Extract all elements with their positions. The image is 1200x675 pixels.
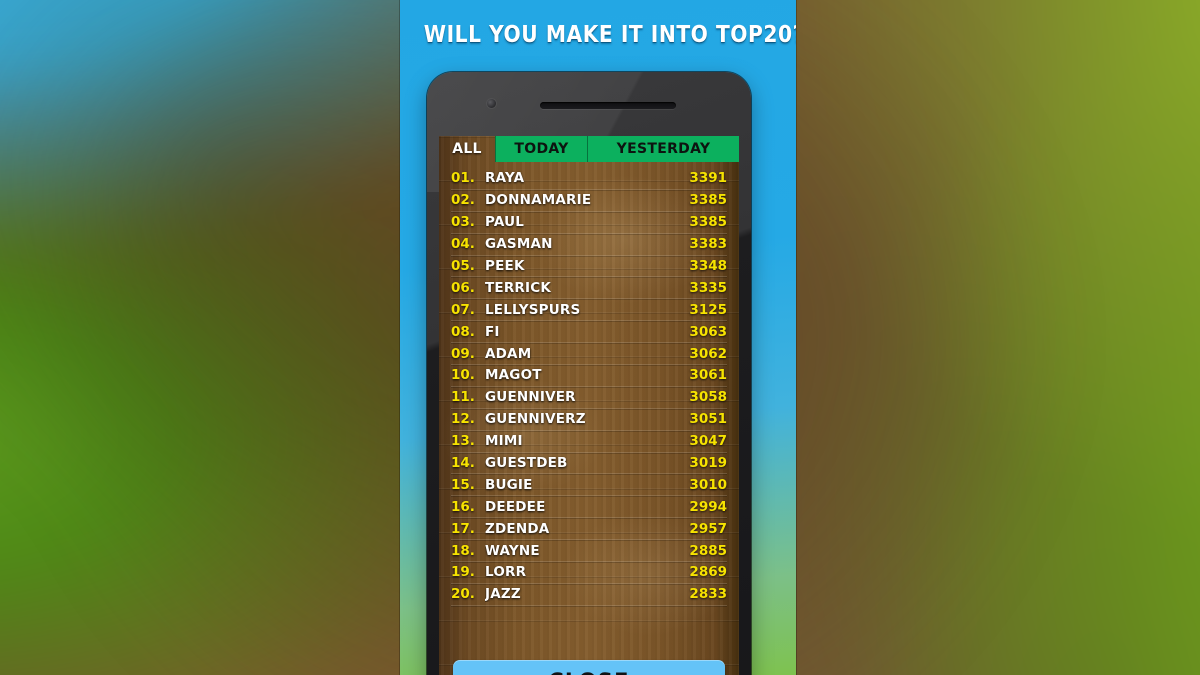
- row-player-name: GUENNIVERZ: [485, 411, 586, 428]
- row-player-name: DONNAMARIE: [485, 192, 592, 209]
- row-rank: 10.: [451, 367, 475, 384]
- row-rank: 03.: [451, 214, 475, 231]
- row-score: 3051: [689, 411, 727, 428]
- row-score: 2833: [689, 586, 727, 603]
- table-row: 09. ADAM 3062: [451, 343, 727, 366]
- speaker-grille-icon: [540, 102, 676, 109]
- close-button-label: CLOSE: [548, 669, 629, 675]
- row-player-name: GUENNIVER: [485, 389, 576, 406]
- row-rank: 07.: [451, 301, 475, 318]
- row-score: 2869: [689, 564, 727, 581]
- table-row: 02. DONNAMARIE 3385: [451, 190, 727, 212]
- table-row: 06. TERRICK 3335: [451, 277, 727, 300]
- table-row: 08. FI 3063: [451, 321, 727, 344]
- row-player-name: TERRICK: [485, 279, 552, 296]
- table-row: 13. MIMI 3047: [451, 431, 727, 453]
- row-score: 3125: [689, 301, 727, 318]
- row-player-name: MAGOT: [485, 367, 542, 384]
- table-row: 17. ZDENDA 2957: [451, 518, 727, 541]
- row-score: 3058: [689, 389, 727, 406]
- table-row: 20. JAZZ 2833: [451, 584, 727, 606]
- table-row: 12. GUENNIVERZ 3051: [451, 409, 727, 431]
- table-row: 15. BUGIE 3010: [451, 474, 727, 497]
- row-rank: 20.: [451, 586, 475, 603]
- row-score: 3063: [689, 323, 727, 340]
- row-score: 3335: [689, 279, 727, 296]
- row-rank: 04.: [451, 236, 475, 253]
- row-rank: 11.: [451, 389, 475, 406]
- row-rank: 18.: [451, 542, 475, 559]
- row-rank: 06.: [451, 279, 475, 296]
- row-player-name: PEEK: [485, 258, 525, 274]
- promo-headline: WILL YOU MAKE IT INTO TOP20?: [423, 22, 796, 48]
- row-score: 3385: [689, 192, 727, 209]
- row-rank: 05.: [451, 258, 475, 274]
- row-player-name: ADAM: [485, 345, 532, 362]
- row-score: 3383: [689, 236, 727, 253]
- row-rank: 14.: [451, 455, 475, 472]
- row-rank: 17.: [451, 520, 475, 537]
- table-row: 16. DEEDEE 2994: [451, 496, 727, 519]
- table-row: 18. WAYNE 2885: [451, 540, 727, 563]
- row-score: 3047: [689, 433, 727, 450]
- row-rank: 12.: [451, 411, 475, 428]
- camera-dot-icon: [487, 99, 496, 108]
- row-player-name: MIMI: [485, 433, 523, 450]
- table-row: 05. PEEK 3348: [451, 256, 727, 278]
- row-player-name: LELLYSPURS: [485, 301, 581, 318]
- row-score: 2994: [689, 498, 727, 515]
- row-rank: 19.: [451, 564, 475, 581]
- row-player-name: GUESTDEB: [485, 455, 568, 472]
- row-player-name: JAZZ: [485, 586, 521, 603]
- row-rank: 09.: [451, 345, 475, 362]
- row-rank: 16.: [451, 498, 475, 515]
- table-row: 01. RAYA 3391: [451, 168, 727, 190]
- table-row: 10. MAGOT 3061: [451, 365, 727, 387]
- row-rank: 02.: [451, 192, 475, 209]
- tab-today[interactable]: TODAY: [495, 136, 587, 162]
- row-score: 3385: [689, 214, 727, 231]
- leaderboard-list[interactable]: 01. RAYA 3391 02. DONNAMARIE 3385 03. PA…: [439, 162, 739, 675]
- row-player-name: LORR: [485, 564, 527, 581]
- table-row: 04. GASMAN 3383: [451, 234, 727, 256]
- row-player-name: WAYNE: [485, 542, 540, 559]
- row-player-name: ZDENDA: [485, 520, 550, 537]
- close-button[interactable]: CLOSE: [453, 660, 725, 675]
- tab-yesterday[interactable]: YESTERDAY: [587, 136, 739, 162]
- table-row: 14. GUESTDEB 3019: [451, 453, 727, 475]
- table-row: 03. PAUL 3385: [451, 212, 727, 234]
- row-score: 3062: [689, 345, 727, 362]
- app-screen: ALL TODAY YESTERDAY 01. RAYA 3391 02. DO…: [439, 136, 739, 675]
- row-player-name: DEEDEE: [485, 498, 546, 515]
- row-score: 2957: [689, 520, 727, 537]
- row-player-name: FI: [485, 323, 500, 340]
- row-score: 3010: [689, 476, 727, 493]
- table-row: 11. GUENNIVER 3058: [451, 387, 727, 409]
- filter-tabs: ALL TODAY YESTERDAY: [439, 136, 739, 162]
- table-row: 19. LORR 2869: [451, 562, 727, 584]
- row-player-name: PAUL: [485, 214, 525, 231]
- row-rank: 01.: [451, 170, 475, 187]
- row-rank: 13.: [451, 433, 475, 450]
- row-score: 3061: [689, 367, 727, 384]
- row-score: 3019: [689, 455, 727, 472]
- table-row: 07. LELLYSPURS 3125: [451, 299, 727, 322]
- row-score: 2885: [689, 542, 727, 559]
- promo-stage: WILL YOU MAKE IT INTO TOP20? ALL TODAY Y…: [400, 0, 796, 675]
- row-player-name: RAYA: [485, 170, 525, 187]
- row-rank: 15.: [451, 476, 475, 493]
- row-player-name: BUGIE: [485, 476, 533, 493]
- row-rank: 08.: [451, 323, 475, 340]
- phone-mockup: ALL TODAY YESTERDAY 01. RAYA 3391 02. DO…: [427, 72, 751, 675]
- row-score: 3391: [689, 170, 727, 187]
- tab-all[interactable]: ALL: [439, 136, 495, 162]
- row-score: 3348: [689, 258, 727, 274]
- row-player-name: GASMAN: [485, 236, 553, 253]
